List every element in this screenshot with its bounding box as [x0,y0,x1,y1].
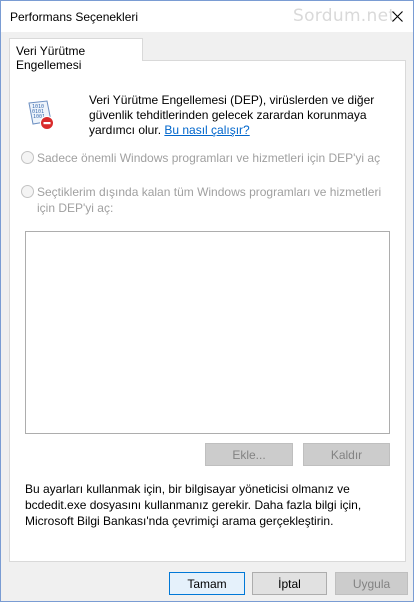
exception-list[interactable] [25,231,390,434]
option-all-except-label: Seçtiklerim dışında kalan tüm Windows pr… [37,185,382,215]
option-essential-only-label: Sadece önemli Windows programları ve hiz… [37,151,381,165]
remove-button[interactable]: Kaldır [303,443,390,466]
cancel-button[interactable]: İptal [252,572,327,595]
apply-button[interactable]: Uygula [335,572,408,595]
title-bar[interactable]: Performans Seçenekleri Sordum.net [1,1,413,32]
option-essential-only[interactable]: Sadece önemli Windows programları ve hiz… [21,150,380,166]
option-all-except[interactable]: Seçtiklerim dışında kalan tüm Windows pr… [21,184,391,216]
radio-essential-only[interactable] [21,151,34,164]
admin-info-text: Bu ayarları kullanmak için, bir bilgisay… [25,482,362,528]
close-icon [392,10,403,22]
add-button[interactable]: Ekle... [205,443,293,466]
window-title: Performans Seçenekleri [10,10,139,24]
how-it-works-link[interactable]: Bu nasıl çalışır? [164,123,249,137]
watermark-text: Sordum.net [293,6,396,26]
close-button[interactable] [384,3,411,29]
ok-button[interactable]: Tamam [169,572,245,595]
radio-all-except[interactable] [21,185,34,198]
dep-description: Veri Yürütme Engellemesi (DEP), virüsler… [89,93,389,138]
tab-dep[interactable]: Veri Yürütme Engellemesi [9,38,143,72]
tab-dep-label: Veri Yürütme Engellemesi [16,44,86,72]
performance-options-dialog: Performans Seçenekleri Sordum.net Veri Y… [0,0,414,602]
dep-shield-icon: 1010 0101 1001 [28,100,54,130]
